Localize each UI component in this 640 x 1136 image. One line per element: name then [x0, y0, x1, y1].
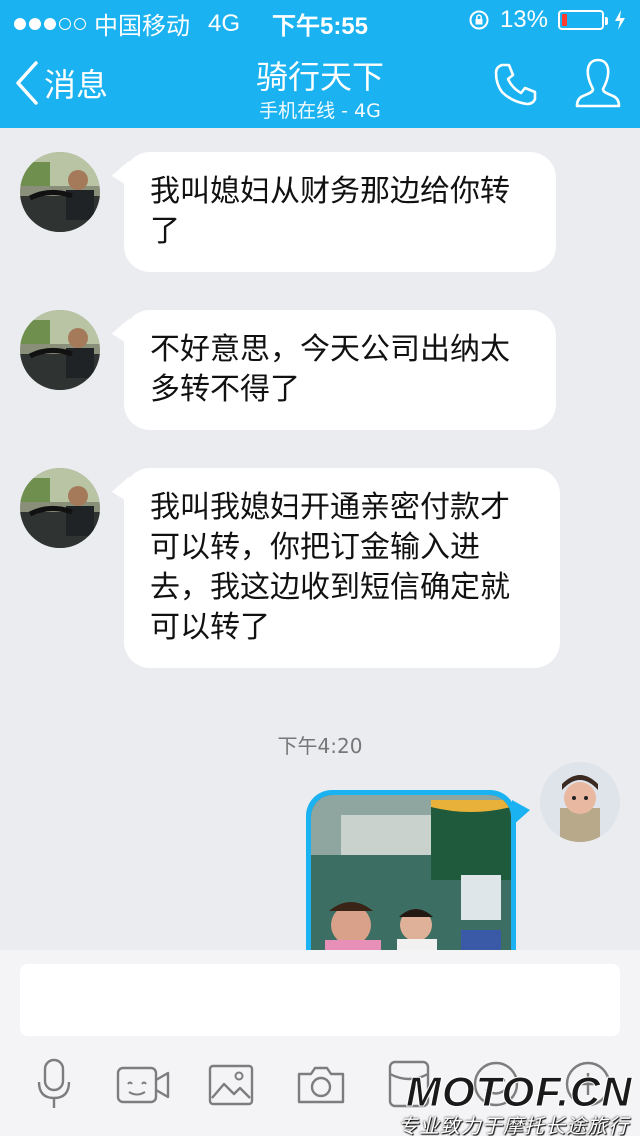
charging-icon: [615, 10, 625, 30]
image-message[interactable]: [306, 790, 516, 950]
contact-avatar[interactable]: [20, 468, 100, 548]
contact-avatar[interactable]: [20, 310, 100, 390]
message-bubble[interactable]: 我叫我媳妇开通亲密付款才可以转，你把订金输入进去，我这边收到短信确定就可以转了: [124, 468, 560, 668]
camera-icon: [297, 1066, 345, 1104]
message-bubble[interactable]: 不好意思，今天公司出纳太多转不得了: [124, 310, 556, 430]
person-icon: [575, 58, 621, 108]
watermark-logo: MOTOF.CN: [406, 1068, 633, 1116]
battery-icon: [558, 10, 608, 30]
rotation-lock-icon: [469, 10, 489, 30]
bubble-tail: [512, 800, 530, 826]
photo-thumbnail[interactable]: [311, 795, 511, 950]
contact-name: 骑行天下: [255, 58, 384, 96]
video-call-button[interactable]: [116, 1064, 170, 1110]
site-watermark: MOTOF.CN 专业致力于摩托长途旅行: [392, 1060, 640, 1136]
video-icon: [116, 1066, 170, 1104]
message-bubble[interactable]: 我叫媳妇从财务那边给你转了: [124, 152, 556, 272]
profile-button[interactable]: [574, 56, 622, 114]
phone-icon: [494, 63, 537, 106]
message-input[interactable]: [20, 964, 620, 1036]
my-avatar[interactable]: [540, 762, 620, 842]
watermark-slogan: 专业致力于摩托长途旅行: [398, 1114, 629, 1136]
battery-percent: 13%: [499, 6, 548, 33]
microphone-icon: [37, 1058, 71, 1108]
chat-header: 消息 骑行天下 手机在线 - 4G: [0, 40, 640, 128]
contact-status: 手机在线 - 4G: [259, 100, 381, 122]
chat-area[interactable]: 我叫媳妇从财务那边给你转了 不好意思，今天公司出纳太多转不得了 我叫我媳妇开通亲…: [0, 128, 640, 950]
status-bar: 中国移动 4G 下午5:55 13%: [0, 0, 640, 40]
contact-avatar[interactable]: [20, 152, 100, 232]
camera-button[interactable]: [296, 1064, 346, 1110]
gallery-button[interactable]: [208, 1064, 254, 1110]
call-button[interactable]: [492, 60, 540, 112]
image-icon: [208, 1064, 254, 1106]
message-timestamp: 下午4:20: [277, 734, 363, 758]
voice-button[interactable]: [36, 1058, 72, 1116]
